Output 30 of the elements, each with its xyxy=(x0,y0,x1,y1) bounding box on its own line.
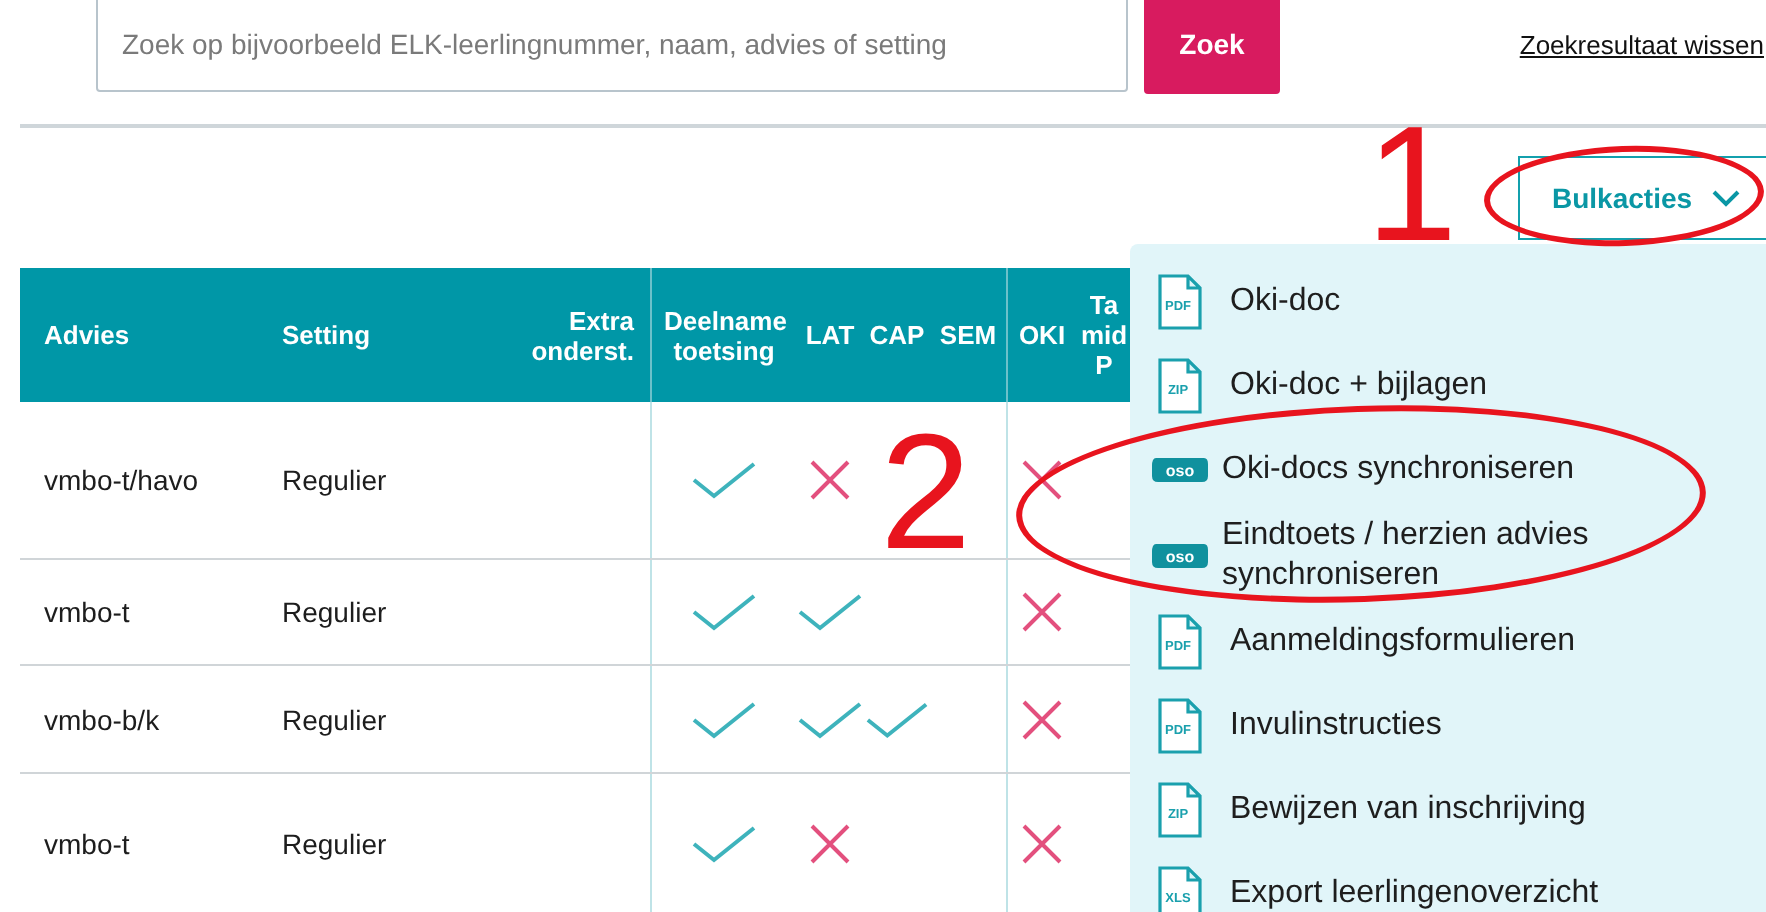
bulk-actions-button[interactable]: Bulkacties xyxy=(1518,156,1766,240)
annotation-number: 2 xyxy=(880,412,972,576)
menu-item[interactable]: oso Eindtoets / herzien advies synchroniseren xyxy=(1130,512,1766,600)
column-header: SEM xyxy=(939,320,997,350)
search-field[interactable]: Zoek op bijvoorbeeld ELK-leerlingnummer, naam, advies of setting xyxy=(96,0,1128,92)
column-header: P xyxy=(1095,350,1113,380)
column-header: OKI xyxy=(1018,320,1066,350)
column-header: Ta xyxy=(1089,290,1119,320)
column-header: Setting xyxy=(282,320,371,350)
menu-item[interactable]: oso Oki-docs synchroniseren xyxy=(1130,428,1766,512)
oso-icon: oso xyxy=(1150,454,1210,486)
oso-icon: oso xyxy=(1150,540,1210,572)
table-cell: vmbo-t xyxy=(44,828,130,860)
column-header: Deelname toetsing xyxy=(664,305,784,365)
table-cell: vmbo-t xyxy=(44,596,130,628)
column-header: Advies xyxy=(44,320,130,350)
column-header: Extra onderst. xyxy=(529,305,634,365)
table-cell: vmbo-t/havo xyxy=(44,464,199,496)
column-header: LAT xyxy=(805,320,855,350)
search-button[interactable]: Zoek xyxy=(1144,0,1280,94)
table-cell: vmbo-b/k xyxy=(44,703,160,735)
column-header: mid xyxy=(1080,320,1128,350)
annotation-number: 1 xyxy=(1366,104,1458,268)
table-cell: Regulier xyxy=(282,464,387,496)
table-cell: Regulier xyxy=(282,596,387,628)
column-header: CAP xyxy=(869,320,925,350)
table-cell: Regulier xyxy=(282,828,387,860)
chevron-icon xyxy=(1712,189,1741,207)
clear-results-link[interactable]: Zoekresultaat wissen xyxy=(1519,29,1766,59)
table-cell: Regulier xyxy=(282,703,387,735)
